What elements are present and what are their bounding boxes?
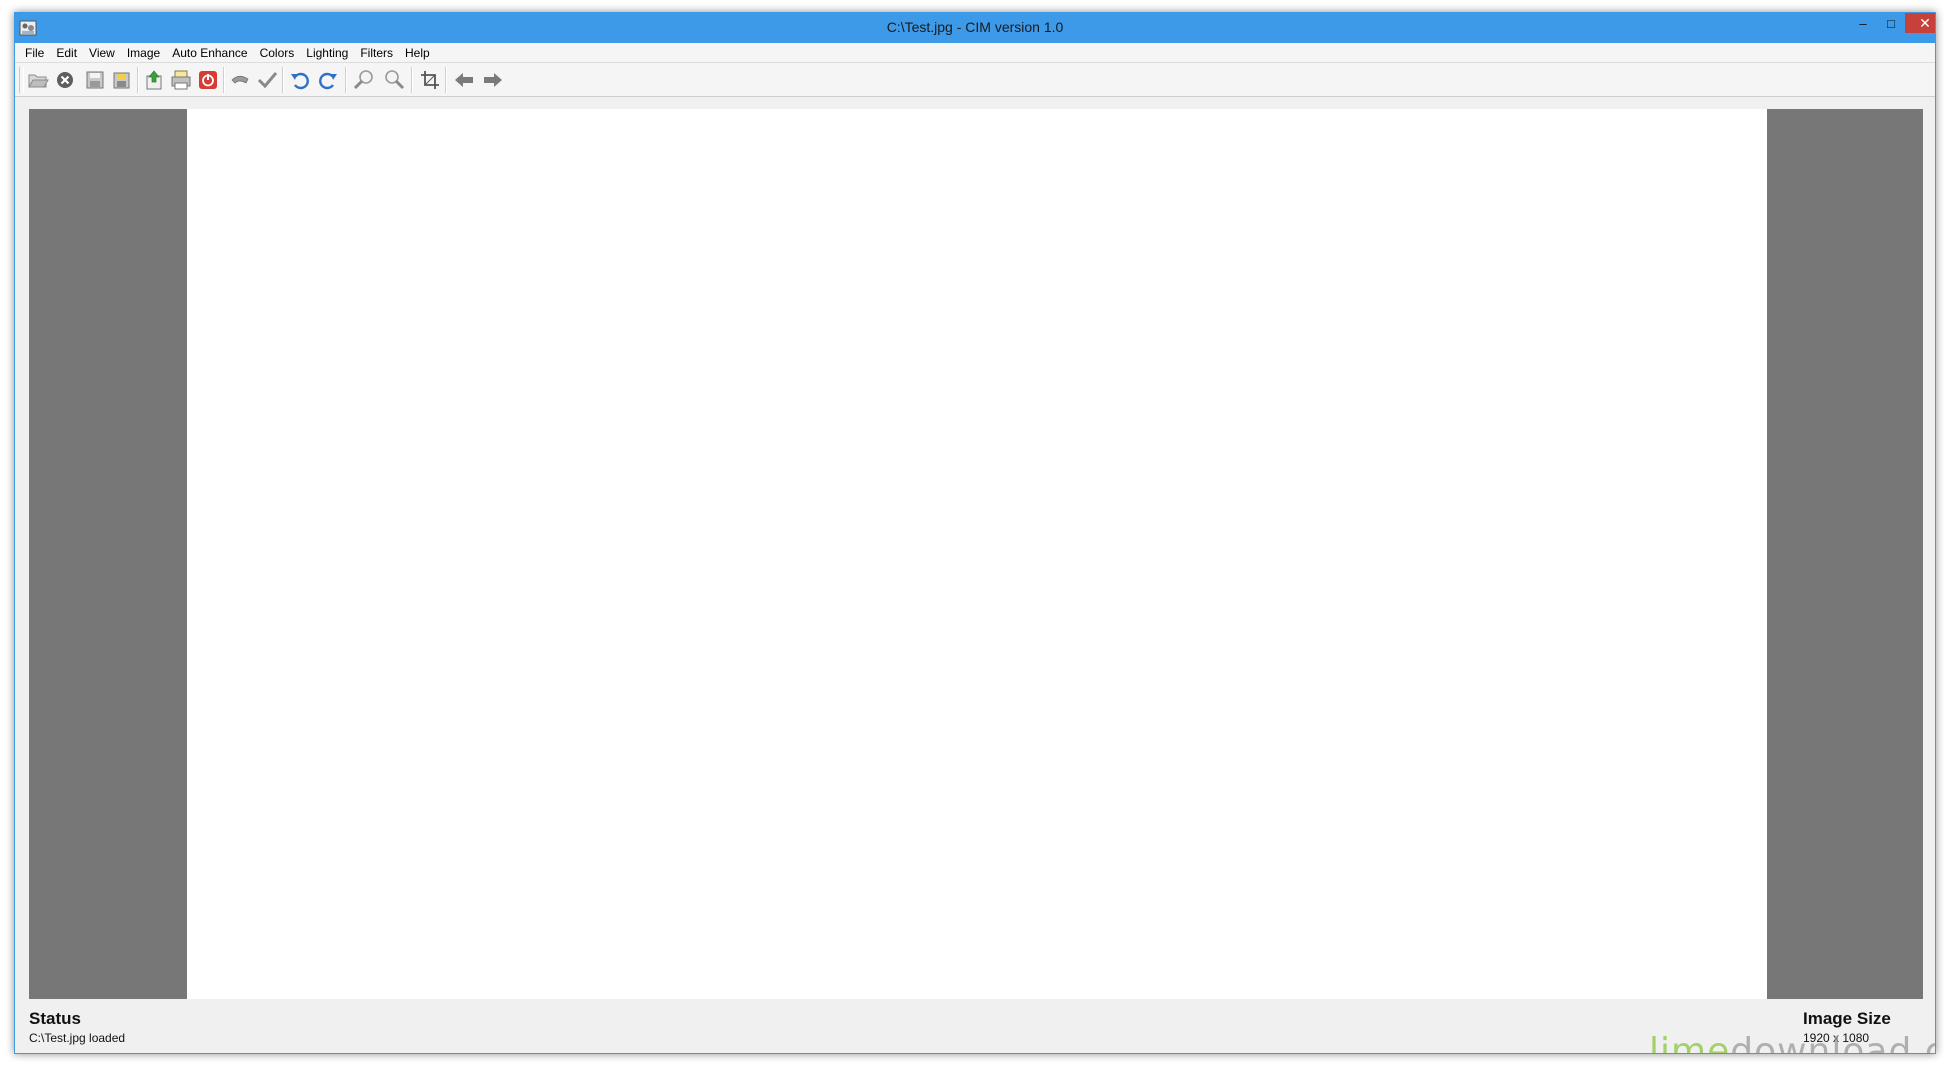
menu-file[interactable]: File	[19, 43, 50, 63]
maximize-button[interactable]: □	[1877, 13, 1905, 33]
maximize-icon: □	[1887, 15, 1895, 31]
minimize-icon: –	[1859, 15, 1867, 31]
status-text: C:\Test.jpg loaded	[29, 1031, 126, 1045]
close-icon	[57, 72, 73, 88]
export-icon	[146, 70, 162, 90]
menu-bar: File Edit View Image Auto Enhance Colors…	[15, 43, 1935, 63]
apply-button[interactable]	[254, 67, 280, 93]
rotate-right-button[interactable]	[315, 67, 341, 93]
app-window: C:\Test.jpg - CIM version 1.0 – □ ✕ File…	[14, 12, 1936, 1054]
rotate-left-icon	[291, 72, 309, 90]
menu-auto-enhance[interactable]: Auto Enhance	[166, 43, 253, 63]
save-as-icon	[113, 72, 130, 89]
undo-edit-icon	[231, 75, 249, 84]
next-button[interactable]	[480, 67, 506, 93]
previous-arrow-icon	[455, 73, 473, 87]
menu-lighting[interactable]: Lighting	[300, 43, 354, 63]
zoom-out-button[interactable]	[381, 67, 407, 93]
crop-icon	[421, 71, 439, 89]
menu-view[interactable]: View	[83, 43, 121, 63]
minimize-button[interactable]: –	[1849, 13, 1877, 33]
image-view[interactable]	[187, 109, 1767, 999]
toolbar-separator	[445, 67, 447, 93]
zoom-in-icon	[353, 70, 373, 90]
zoom-in-button[interactable]	[351, 67, 377, 93]
next-arrow-icon	[484, 73, 502, 87]
open-folder-icon	[28, 74, 49, 88]
watermark-part1: lime	[1649, 1031, 1731, 1054]
toolbar	[15, 63, 1935, 97]
print-icon	[171, 70, 191, 90]
menu-colors[interactable]: Colors	[254, 43, 301, 63]
rotate-right-icon	[319, 72, 337, 90]
exit-button[interactable]	[195, 67, 221, 93]
watermark-part2: download.com	[1730, 1031, 1935, 1054]
watermark: limedownload.com	[1649, 1031, 1935, 1054]
close-image-button[interactable]	[52, 67, 78, 93]
print-button[interactable]	[168, 67, 194, 93]
toolbar-separator	[137, 67, 139, 93]
rotate-left-button[interactable]	[287, 67, 313, 93]
close-window-icon: ✕	[1919, 14, 1931, 31]
power-icon	[199, 71, 217, 89]
toolbar-separator	[411, 67, 413, 93]
status-label: Status	[29, 1009, 81, 1028]
apply-check-icon	[257, 72, 278, 89]
title-bar[interactable]: C:\Test.jpg - CIM version 1.0 – □ ✕	[15, 13, 1935, 43]
save-as-button[interactable]	[109, 67, 135, 93]
menu-help[interactable]: Help	[399, 43, 436, 63]
window-title: C:\Test.jpg - CIM version 1.0	[886, 19, 1064, 35]
undo-edit-button[interactable]	[227, 67, 253, 93]
menu-edit[interactable]: Edit	[50, 43, 83, 63]
toolbar-separator	[223, 67, 225, 93]
canvas-area[interactable]	[29, 109, 1923, 999]
export-button[interactable]	[141, 67, 167, 93]
menu-image[interactable]: Image	[121, 43, 166, 63]
image-size-label: Image Size	[1803, 1009, 1891, 1028]
toolbar-grip[interactable]	[19, 67, 24, 93]
menu-filters[interactable]: Filters	[354, 43, 399, 63]
save-icon	[86, 71, 104, 89]
save-button[interactable]	[82, 67, 108, 93]
zoom-out-icon	[385, 70, 405, 90]
toolbar-separator	[282, 67, 284, 93]
crop-button[interactable]	[417, 67, 443, 93]
close-window-button[interactable]: ✕	[1905, 13, 1935, 33]
open-button[interactable]	[25, 67, 51, 93]
previous-button[interactable]	[451, 67, 477, 93]
toolbar-separator	[345, 67, 347, 93]
